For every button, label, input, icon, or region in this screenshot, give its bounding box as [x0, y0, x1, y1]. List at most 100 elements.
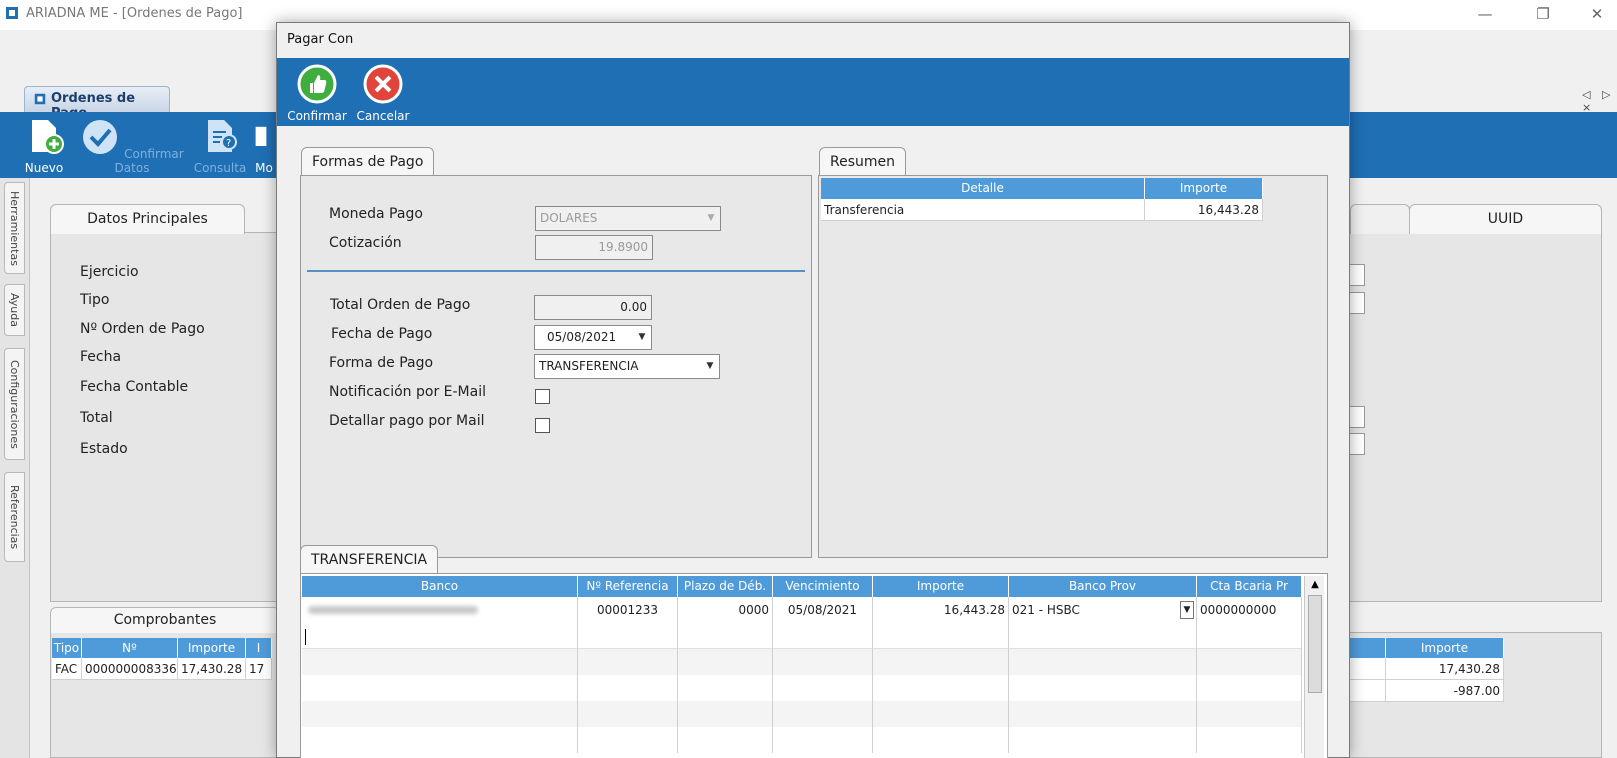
tab-comprobantes[interactable]: Comprobantes	[50, 607, 280, 633]
cell	[873, 701, 1009, 727]
col-hidden	[1350, 638, 1386, 658]
close-window-button[interactable]: ✕	[1582, 2, 1612, 26]
cell	[773, 675, 873, 701]
cell-banco-blurred[interactable]	[302, 597, 578, 623]
table-row[interactable]: FAC 000000008336 17,430.28 17	[52, 658, 272, 680]
cell	[773, 727, 873, 753]
cell	[678, 623, 773, 649]
comprobantes-right-grid: Importe 17,430.28 -987.00	[1350, 638, 1504, 702]
new-button[interactable]: Nuevo	[20, 118, 68, 175]
col-referencia[interactable]: Nº Referencia	[578, 576, 678, 597]
cell	[578, 675, 678, 701]
table-row[interactable]: Transferencia 16,443.28	[821, 199, 1263, 221]
cell: 17	[246, 658, 272, 680]
label-total: Total	[80, 410, 113, 426]
tab-resumen[interactable]: Resumen	[819, 147, 907, 176]
document-tab-ordenes[interactable]: Ordenes de Pago	[24, 86, 170, 121]
col-importe-right[interactable]: Importe	[1386, 638, 1504, 658]
cell	[873, 675, 1009, 701]
chevron-down-icon[interactable]: ▼	[633, 326, 651, 349]
side-tab-referencias[interactable]: Referencias	[4, 472, 25, 562]
tab-datos-principales[interactable]: Datos Principales	[50, 204, 245, 234]
cell: 05/08/2021	[773, 597, 873, 623]
table-row-editing[interactable]	[302, 623, 1302, 649]
label-detallar: Detallar pago por Mail	[329, 413, 485, 429]
cotizacion-field[interactable]: 19.8900	[535, 235, 653, 260]
side-tab-herramientas[interactable]: Herramientas	[4, 182, 25, 274]
cell	[1009, 623, 1197, 649]
side-tab-ayuda[interactable]: Ayuda	[4, 284, 25, 336]
col-banco-prov[interactable]: Banco Prov	[1009, 576, 1197, 597]
cell: 16,443.28	[1145, 199, 1263, 221]
table-row[interactable]: -987.00	[1350, 680, 1504, 702]
svg-text:?: ?	[226, 138, 231, 149]
cell	[1197, 727, 1302, 753]
transferencia-grid: Banco Nº Referencia Plazo de Déb. Vencim…	[302, 576, 1302, 753]
forma-pago-select[interactable]: TRANSFERENCIA ▼	[534, 354, 720, 379]
col-importe[interactable]: Importe	[178, 638, 246, 658]
total-orden-field[interactable]: 0.00	[534, 295, 652, 320]
col-importe[interactable]: Importe	[873, 576, 1009, 597]
document-icon	[255, 126, 267, 146]
transferencia-panel: Banco Nº Referencia Plazo de Déb. Vencim…	[300, 573, 1328, 758]
vertical-scrollbar[interactable]: ▲	[1304, 576, 1324, 758]
cell	[873, 649, 1009, 675]
text-cursor-cell[interactable]	[302, 623, 578, 649]
cell	[302, 701, 578, 727]
chevron-down-icon[interactable]: ▼	[701, 355, 719, 378]
tab-formas-de-pago[interactable]: Formas de Pago	[301, 147, 435, 176]
cancel-icon	[363, 64, 403, 104]
table-row[interactable]: 17,430.28	[1350, 658, 1504, 680]
tab-uuid[interactable]: UUID	[1409, 204, 1602, 234]
cell: 00001233	[578, 597, 678, 623]
col-vencimiento[interactable]: Vencimiento	[773, 576, 873, 597]
cancel-button[interactable]: Cancelar	[353, 64, 413, 123]
cell	[773, 649, 873, 675]
tab-scroll-controls[interactable]: ◁ ▷ ×	[1582, 88, 1617, 114]
label-estado: Estado	[80, 441, 128, 457]
notificacion-checkbox[interactable]	[535, 389, 550, 404]
col-importe[interactable]: Importe	[1145, 178, 1263, 199]
more-button[interactable]: Mo	[252, 118, 276, 175]
col-tipo[interactable]: Tipo	[52, 638, 82, 658]
cell	[578, 727, 678, 753]
label-orden-pago: Nº Orden de Pago	[80, 321, 205, 337]
cell	[873, 623, 1009, 649]
fecha-pago-picker[interactable]: 05/08/2021 ▼	[534, 325, 652, 350]
cell: 16,443.28	[873, 597, 1009, 623]
cell	[1197, 649, 1302, 675]
label-fecha-pago: Fecha de Pago	[331, 326, 433, 342]
col-cta-bcaria[interactable]: Cta Bcaria Pr	[1197, 576, 1302, 597]
detallar-checkbox[interactable]	[535, 418, 550, 433]
cell	[1009, 649, 1197, 675]
chevron-down-icon[interactable]: ▼	[1180, 601, 1194, 619]
query-button[interactable]: ? Consulta	[190, 118, 250, 175]
confirm-data-button[interactable]: Confirmar Datos	[80, 118, 184, 175]
side-tab-configuraciones[interactable]: Configuraciones	[4, 348, 25, 460]
col-comprobante[interactable]: Nº Comprobante	[82, 638, 178, 675]
scrollbar-thumb[interactable]	[1308, 595, 1322, 693]
col-detalle[interactable]: Detalle	[821, 178, 1145, 199]
banco-prov-cell[interactable]: 021 - HSBC ▼	[1009, 597, 1197, 623]
formas-de-pago-panel: Moneda Pago DOLARES ▼ Cotización 19.8900…	[300, 175, 812, 558]
scroll-up-arrow-icon[interactable]: ▲	[1307, 577, 1323, 593]
window-title: ARIADNA ME - [Ordenes de Pago]	[26, 6, 243, 21]
table-row[interactable]: 00001233 0000 05/08/2021 16,443.28 021 -…	[302, 597, 1302, 623]
table-row-empty[interactable]	[302, 649, 1302, 675]
confirm-button[interactable]: Confirmar	[285, 64, 349, 123]
moneda-pago-select[interactable]: DOLARES ▼	[535, 206, 721, 231]
label-tipo: Tipo	[80, 292, 110, 308]
pagar-con-dialog: Pagar Con Confirmar Cancelar Formas de P…	[276, 22, 1350, 758]
table-row-empty[interactable]	[302, 727, 1302, 753]
label-fecha-contable: Fecha Contable	[80, 379, 189, 395]
col-plazo[interactable]: Plazo de Déb.	[678, 576, 773, 597]
tab-hidden[interactable]	[1350, 204, 1410, 234]
restore-button[interactable]: ❐	[1528, 2, 1558, 26]
tab-transferencia[interactable]: TRANSFERENCIA	[300, 545, 439, 574]
minimize-button[interactable]: —	[1470, 2, 1500, 26]
table-row-empty[interactable]	[302, 701, 1302, 727]
col-banco[interactable]: Banco	[302, 576, 578, 597]
table-row-empty[interactable]	[302, 675, 1302, 701]
col-partial[interactable]: I	[246, 638, 272, 658]
cell: -987.00	[1386, 680, 1504, 702]
